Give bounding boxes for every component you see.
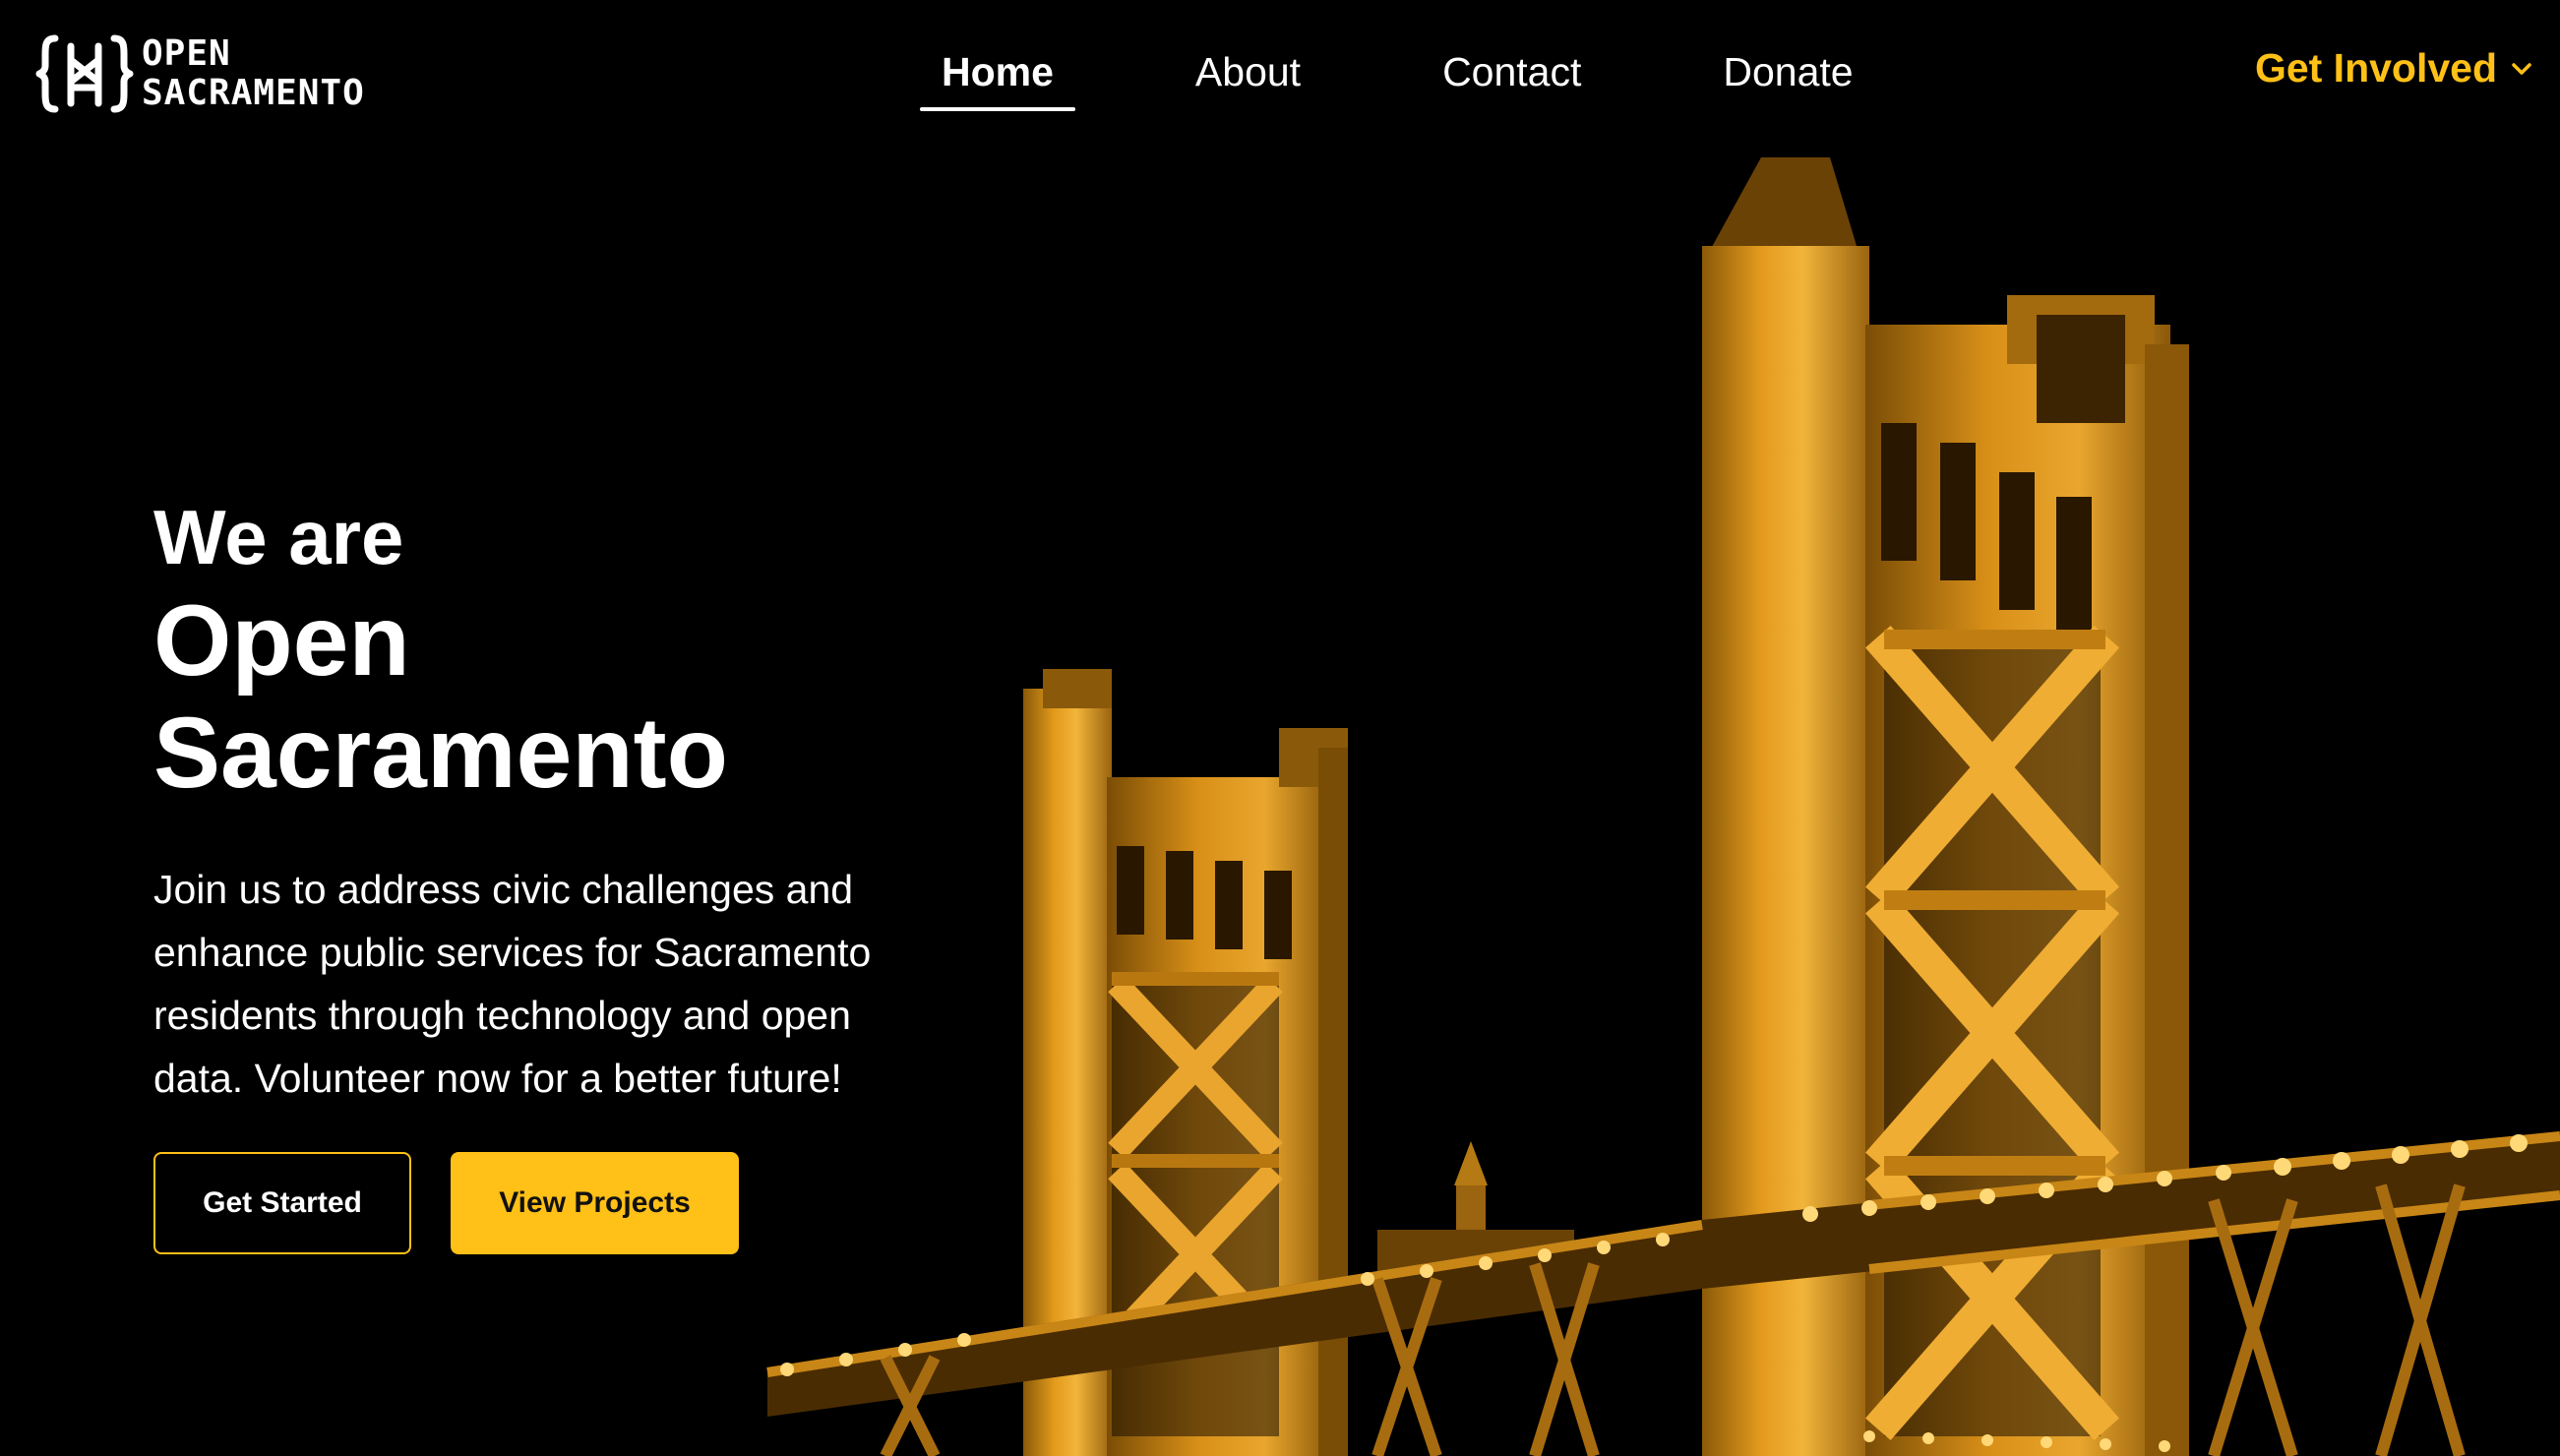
- brand-logo[interactable]: OPEN SACRAMENTO: [35, 30, 419, 118]
- nav-item-home[interactable]: Home: [920, 41, 1075, 111]
- hero-eyebrow: We are: [153, 494, 404, 580]
- nav-item-about[interactable]: About: [1174, 41, 1322, 109]
- hero-title-line1: Open: [153, 584, 410, 697]
- view-projects-button[interactable]: View Projects: [451, 1152, 739, 1254]
- brand-name-line1: OPEN: [142, 33, 231, 74]
- main-nav: Home About Contact Donate: [920, 37, 1974, 112]
- site-header: OPEN SACRAMENTO Home About Contact Donat…: [0, 0, 2560, 148]
- logo-mark-icon: [35, 34, 134, 113]
- hero-section: We are Open Sacramento Join us to addres…: [153, 490, 960, 1110]
- get-involved-label: Get Involved: [2254, 45, 2497, 91]
- hero-title: Open Sacramento: [153, 584, 960, 809]
- nav-item-donate[interactable]: Donate: [1701, 41, 1874, 109]
- hero-title-line2: Sacramento: [153, 697, 728, 809]
- hero-cta-group: Get Started View Projects: [153, 1152, 739, 1254]
- get-involved-dropdown[interactable]: Get Involved: [2255, 45, 2532, 91]
- chevron-down-icon: [2512, 62, 2531, 75]
- nav-item-contact[interactable]: Contact: [1421, 41, 1603, 109]
- brand-name-line2: SACRAMENTO: [142, 73, 365, 113]
- hero-description: Join us to address civic challenges and …: [153, 867, 872, 1101]
- brand-wordmark: OPEN SACRAMENTO: [142, 34, 365, 113]
- get-started-button[interactable]: Get Started: [153, 1152, 411, 1254]
